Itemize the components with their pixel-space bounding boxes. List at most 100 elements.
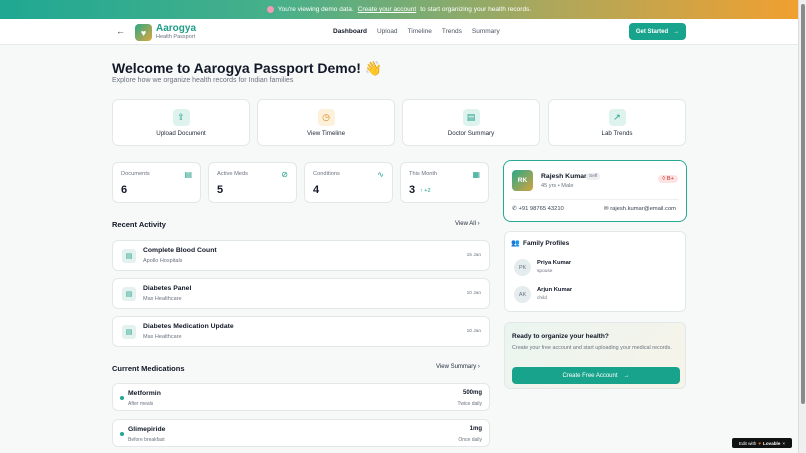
stat-documents[interactable]: Documents ▤ 6 xyxy=(112,162,201,203)
stat-value: 6 xyxy=(121,184,128,196)
member-relation: spouse xyxy=(537,269,553,274)
banner-text: You're viewing demo data. xyxy=(277,6,354,13)
activity-date: 10 Jan xyxy=(466,329,481,334)
activity-row[interactable]: ▤ Diabetes Medication Update Max Healthc… xyxy=(112,316,490,347)
medication-dose: 500mg xyxy=(462,390,482,396)
demo-banner: You're viewing demo data. Create your ac… xyxy=(0,0,798,19)
upload-document-card[interactable]: ⇪ Upload Document xyxy=(112,99,250,146)
brand[interactable]: Aarogya Health Passport xyxy=(156,24,196,41)
stat-this-month[interactable]: This Month ▦ 3 ↑ +2 xyxy=(400,162,489,203)
nav-link-upload[interactable]: Upload xyxy=(377,28,398,35)
activity-source: Apollo Hospitals xyxy=(143,258,183,264)
recent-activity-title: Recent Activity xyxy=(112,220,166,229)
create-free-account-button[interactable]: Create Free Account → xyxy=(512,367,680,384)
medication-frequency: Once daily xyxy=(458,437,482,443)
stat-conditions[interactable]: Conditions ∿ 4 xyxy=(304,162,393,203)
avatar: AK xyxy=(514,286,531,303)
activity-source: Max Healthcare xyxy=(143,334,182,340)
close-icon[interactable]: × xyxy=(782,441,785,446)
medication-name: Glimepiride xyxy=(128,426,166,433)
phone-icon: ✆ xyxy=(512,206,517,212)
activity-date: 10 Jan xyxy=(466,291,481,296)
nav-link-dashboard[interactable]: Dashboard xyxy=(333,28,367,35)
nav-link-timeline[interactable]: Timeline xyxy=(408,28,432,35)
activity-title: Diabetes Panel xyxy=(143,285,192,292)
avatar: RK xyxy=(512,170,533,191)
view-timeline-card[interactable]: ◷ View Timeline xyxy=(257,99,395,146)
member-name: Priya Kumar xyxy=(537,260,572,266)
calendar-icon: ▦ xyxy=(472,170,480,179)
document-icon: ▤ xyxy=(122,287,136,301)
brand-sub: Health Passport xyxy=(156,34,196,40)
action-label: View Timeline xyxy=(306,129,346,137)
pill-icon: ⊘ xyxy=(281,170,288,179)
drop-icon: ◊ xyxy=(662,176,666,182)
heart-icon xyxy=(266,6,274,13)
view-all-link[interactable]: View All › xyxy=(455,221,480,227)
cta-title: Ready to organize your health? xyxy=(512,333,609,340)
get-started-label: Get Started xyxy=(635,28,669,35)
activity-row[interactable]: ▤ Complete Blood Count Apollo Hospitals … xyxy=(112,240,490,271)
active-dot xyxy=(120,432,124,436)
brand-name: Aarogya xyxy=(156,23,197,34)
scrollbar-thumb[interactable] xyxy=(801,4,805,404)
action-label: Doctor Summary xyxy=(447,129,495,137)
arrow-left-icon[interactable]: ← xyxy=(116,26,125,36)
email-info: ✉ rajesh.kumar@email.com xyxy=(604,206,676,212)
lab-trends-card[interactable]: ↗ Lab Trends xyxy=(548,99,686,146)
create-account-link[interactable]: Create your account xyxy=(358,6,417,13)
upload-icon: ⇪ xyxy=(172,108,190,126)
edit-with-lovable-badge[interactable]: Edit with ♥ Lovable × xyxy=(732,438,792,448)
email-address: rajesh.kumar@email.com xyxy=(610,206,676,212)
medication-row[interactable]: Glimepiride Before breakfast 1mg Once da… xyxy=(112,419,490,447)
cta-text: Create your free account and start uploa… xyxy=(512,345,672,351)
document-icon: ▤ xyxy=(462,108,480,126)
member-name: Arjun Kumar xyxy=(537,287,573,293)
divider xyxy=(511,199,679,200)
nav-links: Dashboard Upload Timeline Trends Summary xyxy=(333,28,500,35)
pulse-icon: ∿ xyxy=(377,170,384,179)
chevron-right-icon: › xyxy=(477,221,480,227)
activity-title: Complete Blood Count xyxy=(143,247,217,254)
activity-source: Max Healthcare xyxy=(143,296,182,302)
get-started-button[interactable]: Get Started → xyxy=(629,23,686,40)
avatar: PK xyxy=(514,259,531,276)
view-summary-label: View Summary xyxy=(436,364,477,370)
stat-value: 5 xyxy=(217,184,224,196)
activity-title: Diabetes Medication Update xyxy=(143,323,234,330)
arrow-right-icon: → xyxy=(673,28,680,35)
profile-meta: 45 yrs • Male xyxy=(541,183,574,189)
medication-frequency: Twice daily xyxy=(457,401,482,407)
medication-note: Before breakfast xyxy=(128,437,165,443)
nav-link-trends[interactable]: Trends xyxy=(442,28,462,35)
family-profiles-card: 👥 Family Profiles PK Priya Kumar spouse … xyxy=(504,231,686,312)
medication-note: After meals xyxy=(128,401,154,407)
stat-value: 3 xyxy=(409,184,416,196)
action-label: Upload Document xyxy=(156,129,206,137)
document-icon: ▤ xyxy=(122,249,136,263)
stat-active-meds[interactable]: Active Meds ⊘ 5 xyxy=(208,162,297,203)
view-summary-link[interactable]: View Summary › xyxy=(436,364,480,370)
medication-row[interactable]: Metformin After meals 500mg Twice daily xyxy=(112,383,490,411)
clock-icon: ◷ xyxy=(317,108,335,126)
file-icon: ▤ xyxy=(184,170,192,179)
arrow-right-icon: → xyxy=(623,372,630,379)
banner-suffix: to start organizing your health records. xyxy=(420,6,532,13)
stat-label: This Month xyxy=(409,171,438,177)
doctor-summary-card[interactable]: ▤ Doctor Summary xyxy=(402,99,540,146)
profile-card[interactable]: RK Rajesh Kumar Self 45 yrs • Male ◊ B+ … xyxy=(503,160,687,222)
document-icon: ▤ xyxy=(122,325,136,339)
active-dot xyxy=(120,396,124,400)
family-title: Family Profiles xyxy=(523,240,570,247)
lovable-prefix: Edit with xyxy=(738,440,757,446)
nav-link-summary[interactable]: Summary xyxy=(472,28,500,35)
blood-group: B+ xyxy=(666,176,674,182)
stat-label: Documents xyxy=(121,171,150,177)
activity-row[interactable]: ▤ Diabetes Panel Max Healthcare 10 Jan xyxy=(112,278,490,309)
top-nav: ← ♥ Aarogya Health Passport Dashboard Up… xyxy=(0,19,798,45)
cta-button-label: Create Free Account xyxy=(562,372,618,379)
scrollbar[interactable] xyxy=(798,0,806,453)
phone-info: ✆ +91 98765 43210 xyxy=(512,206,564,212)
logo-heart-icon[interactable]: ♥ xyxy=(135,24,152,41)
stat-label: Conditions xyxy=(313,171,340,177)
